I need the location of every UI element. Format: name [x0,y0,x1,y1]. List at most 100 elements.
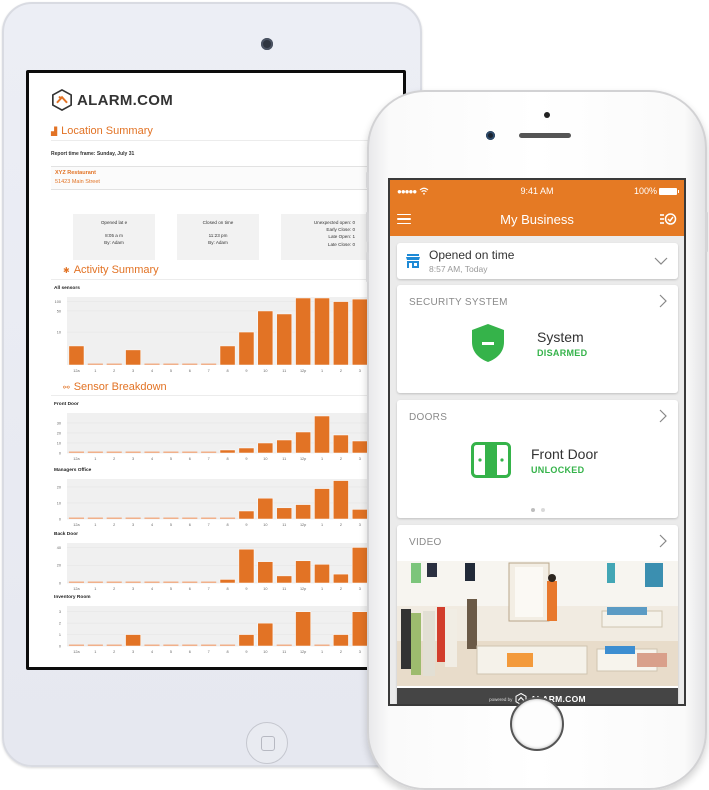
activity-summary-label: Activity Summary [73,264,159,276]
x-tick-label: 9 [245,369,247,373]
bar-zero [182,363,198,365]
phone-device: 9:41 AM ●●●●● 100% My Business Opened on… [366,90,708,790]
bar-zero [144,644,160,646]
bar-zero [163,644,179,646]
security-state: DISARMED [537,347,588,358]
x-tick-label: 9 [245,587,247,591]
bar-zero [163,581,179,583]
x-tick-label: 6 [189,457,191,461]
bar-zero [144,581,160,583]
bar-zero [106,451,122,453]
y-tick-label: 20 [57,432,61,436]
location-name[interactable]: XYZ Restaurant [55,170,403,176]
battery-icon [659,188,679,196]
bar-zero [220,644,236,646]
chevron-right-icon[interactable] [658,534,668,548]
y-tick-label: 10 [57,331,61,335]
door-name: Front Door [531,445,598,462]
x-tick-label: 6 [189,523,191,527]
x-tick-label: 7 [208,650,210,654]
x-tick-label: 2 [340,650,342,654]
bar-zero [201,517,217,519]
x-tick-label: 9 [245,457,247,461]
x-tick-label: 1 [94,650,96,654]
phone-home-button[interactable] [510,697,564,751]
bar-zero [276,644,292,646]
checklist-icon[interactable] [659,212,677,226]
x-tick-label: 7 [208,369,210,373]
y-tick-label: 2 [59,622,61,626]
all-sensors-chart: 105010012a123456789101112p12345 [55,297,403,373]
location-box[interactable]: XYZ Restaurant 51423 Main Street [51,166,403,190]
inventory-room-chart: 012312a123456789101112p12345 [59,606,403,654]
bar-zero [87,581,103,583]
bar-zero [106,644,122,646]
bar [333,573,349,584]
menu-icon[interactable] [397,213,411,225]
status-bar: 9:41 AM ●●●●● 100% [390,180,684,202]
y-tick-label: 100 [55,300,61,304]
opened-card: Opened lat e 8:05 a m By: Adam [73,214,155,260]
bar-zero [87,517,103,519]
bar [257,622,274,647]
bar [295,560,311,584]
battery-percent: 100% [633,186,657,196]
exception-row: Late Close: 0 [327,241,355,247]
mute-switch [366,172,369,188]
x-tick-label: 11 [282,369,286,373]
x-tick-label: 11 [282,587,286,591]
page-dot-active[interactable] [530,508,535,512]
doors-card[interactable]: DOORS Front Door UNLOCKED [397,400,678,518]
chevron-right-icon[interactable] [658,294,668,308]
tablet-home-button[interactable] [246,722,288,764]
x-tick-label: 5 [170,457,172,461]
managers-office-chart: 0102012a123456789101112p12345 [57,479,403,527]
x-tick-label: 1 [321,457,323,461]
opened-card-time: 8:05 a m [105,233,123,239]
x-tick-label: 11 [282,650,286,654]
y-tick-label: 20 [57,564,61,568]
bar-zero [182,517,198,519]
x-tick-label: 1 [94,369,96,373]
bar-zero [144,517,160,519]
bar [351,509,368,520]
bar [276,575,293,584]
x-tick-label: 1 [321,523,323,527]
x-tick-label: 4 [151,587,153,591]
video-card[interactable]: VIDEO powered by ALARM.COM [397,525,678,704]
page-dot[interactable] [540,508,545,512]
bar-zero [106,517,122,519]
y-tick-label: 50 [57,309,61,313]
location-summary-label: Location Summary [61,125,153,137]
bar-zero [314,644,330,646]
exception-row: Unexpected open: 0 [313,220,355,225]
event-card[interactable]: Opened on time 8:57 AM, Today [397,243,678,279]
closed-card-title: Closed on time [202,220,234,225]
activity-summary-title: ✱ Activity Summary [63,264,159,276]
x-tick-label: 8 [226,587,228,591]
bar [351,611,368,647]
wifi-icon [419,187,429,195]
bar [238,634,255,647]
security-name: System [537,328,584,345]
security-system-card[interactable]: SECURITY SYSTEM System DISARMED [397,285,678,393]
divider [51,140,403,141]
x-tick-label: 11 [282,457,286,461]
y-tick-label: 20 [57,486,61,490]
video-thumbnail[interactable] [397,561,678,686]
security-system-header: SECURITY SYSTEM [409,297,508,308]
x-tick-label: 8 [226,523,228,527]
chevron-right-icon[interactable] [658,409,668,423]
chevron-down-icon[interactable] [654,257,668,265]
bar [351,547,368,584]
y-tick-label: 10 [57,442,61,446]
x-tick-label: 2 [113,457,115,461]
x-tick-label: 12a [73,650,80,654]
y-tick-label: 0 [59,645,61,649]
security-status: System DISARMED [471,323,587,363]
page-indicator[interactable] [397,508,678,512]
x-tick-label: 12a [73,369,80,373]
x-tick-label: 9 [245,523,247,527]
door-state: UNLOCKED [531,464,585,475]
bar [257,497,274,520]
